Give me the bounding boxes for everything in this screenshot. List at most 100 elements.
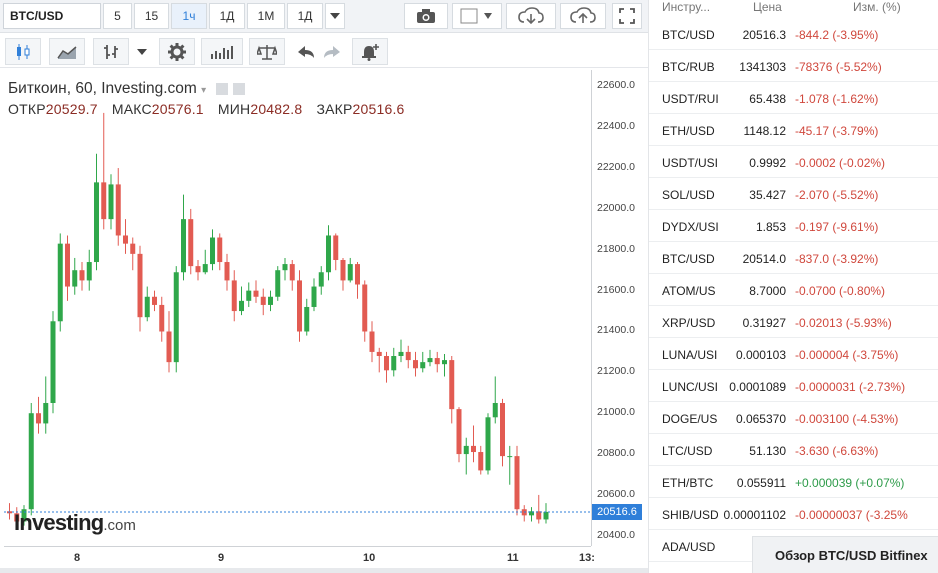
candle-body <box>217 237 223 263</box>
quote-symbol[interactable]: USDT/USI <box>662 156 718 170</box>
candle-body <box>297 280 302 332</box>
quote-price: 65.438 <box>749 92 786 106</box>
quote-row[interactable]: ATOM/US 8.7000 -0.0700 (-0.80%) <box>649 274 938 306</box>
quote-change: -837.0 (-3.92%) <box>795 252 879 266</box>
quote-symbol[interactable]: DYDX/USI <box>662 220 718 234</box>
area-style-button[interactable] <box>49 38 85 65</box>
candle-body <box>449 360 455 410</box>
quote-symbol[interactable]: LUNC/USI <box>662 380 718 394</box>
undo-button[interactable] <box>293 38 319 65</box>
quote-row[interactable]: BTC/USD 20516.3 -844.2 (-3.95%) <box>649 18 938 50</box>
quote-change: -45.17 (-3.79%) <box>795 124 879 138</box>
candle-body <box>57 243 63 322</box>
chart-style-dropdown[interactable] <box>131 38 153 65</box>
cloud-upload-icon <box>570 7 596 23</box>
quote-row[interactable]: BTC/RUB 1341303 -78376 (-5.52%) <box>649 50 938 82</box>
price-column-header[interactable]: Цена <box>753 0 782 16</box>
candle-body <box>65 243 70 287</box>
alert-button[interactable] <box>352 38 388 65</box>
quote-symbol[interactable]: ETH/BTC <box>662 476 718 490</box>
fullscreen-button[interactable] <box>612 3 642 29</box>
quote-symbol[interactable]: LTC/USD <box>662 444 718 458</box>
color-picker-button[interactable] <box>452 3 502 29</box>
quote-change: -0.0700 (-0.80%) <box>795 284 886 298</box>
quote-symbol[interactable]: BTC/USD <box>662 28 718 42</box>
quote-symbol[interactable]: DOGE/USI <box>662 412 718 426</box>
undo-icon <box>298 45 314 58</box>
instrument-column-header[interactable]: Инстру... <box>662 0 710 16</box>
quote-row[interactable]: XRP/USD 0.31927 -0.02013 (-5.93%) <box>649 306 938 338</box>
quote-symbol[interactable]: SOL/USD <box>662 188 718 202</box>
time-tick: 10 <box>363 552 376 564</box>
close-label: ЗАКР <box>316 101 353 117</box>
price-tick: 21200.0 <box>597 365 635 378</box>
timeframe-1h-button[interactable]: 1ч <box>171 3 207 29</box>
quote-price: 8.7000 <box>749 284 786 298</box>
quote-symbol[interactable]: BTC/USD <box>662 252 718 266</box>
candle-body <box>202 264 208 273</box>
legend-settings-icon[interactable] <box>232 82 245 95</box>
timeframe-15m-button[interactable]: 15 <box>134 3 169 29</box>
quote-change: -0.197 (-9.61%) <box>795 220 879 234</box>
quote-symbol[interactable]: XRP/USD <box>662 316 718 330</box>
quote-row[interactable]: SHIB/USD 0.00001102 -0.00000037 (-3.25% <box>649 498 938 530</box>
candle-body <box>246 290 252 301</box>
quote-price: 1341303 <box>739 60 786 74</box>
quote-row[interactable]: DYDX/USI 1.853 -0.197 (-9.61%) <box>649 210 938 242</box>
quote-row[interactable]: ETH/USD 1148.12 -45.17 (-3.79%) <box>649 114 938 146</box>
quote-row[interactable]: ETH/BTC 0.055911 +0.000039 (+0.07%) <box>649 466 938 498</box>
price-tick: 21600.0 <box>597 283 635 296</box>
quote-symbol[interactable]: ADA/USD <box>662 540 718 554</box>
load-chart-button[interactable] <box>506 3 556 29</box>
timeframe-1w-button[interactable]: 1Д <box>287 3 323 29</box>
quote-symbol[interactable]: ATOM/US <box>662 284 718 298</box>
legend-dropdown-icon[interactable]: ▾ <box>201 85 206 96</box>
candle-body <box>72 270 78 287</box>
price-tick: 21800.0 <box>597 242 635 255</box>
price-tick: 21000.0 <box>597 406 635 419</box>
compare-button[interactable] <box>249 38 285 65</box>
candles-style-button[interactable] <box>5 38 41 65</box>
bars-style-button[interactable] <box>93 38 129 65</box>
quote-row[interactable]: LUNC/USI 0.0001089 -0.0000031 (-2.73%) <box>649 370 938 402</box>
timeframe-1d-button[interactable]: 1Д <box>209 3 245 29</box>
quote-symbol[interactable]: USDT/RUI <box>662 92 718 106</box>
quote-symbol[interactable]: SHIB/USD <box>662 508 718 522</box>
quote-row[interactable]: BTC/USD 20514.0 -837.0 (-3.92%) <box>649 242 938 274</box>
quote-row[interactable]: USDT/RUI 65.438 -1.078 (-1.62%) <box>649 82 938 114</box>
screenshot-button[interactable] <box>404 3 448 29</box>
quote-row[interactable]: SOL/USD 35.427 -2.070 (-5.52%) <box>649 178 938 210</box>
quote-row[interactable]: LTC/USD 51.130 -3.630 (-6.63%) <box>649 434 938 466</box>
quote-row[interactable]: DOGE/USI 0.065370 -0.003100 (-4.53%) <box>649 402 938 434</box>
indicators-button[interactable] <box>201 38 243 65</box>
timeframe-dropdown-button[interactable] <box>325 3 345 29</box>
price-chart[interactable] <box>4 70 591 546</box>
candle-body <box>536 511 542 520</box>
quote-symbol[interactable]: ETH/USD <box>662 124 718 138</box>
settings-button[interactable] <box>159 38 195 65</box>
legend-visibility-icon[interactable] <box>216 82 229 95</box>
candle-body <box>376 351 382 357</box>
quote-symbol[interactable]: BTC/RUB <box>662 60 718 74</box>
timeframe-1m-button[interactable]: 1М <box>247 3 285 29</box>
quote-row[interactable]: USDT/USI 0.9992 -0.0002 (-0.02%) <box>649 146 938 178</box>
horizontal-scrollbar[interactable] <box>0 568 648 573</box>
redo-button[interactable] <box>319 38 345 65</box>
quote-change: -0.00000037 (-3.25% <box>795 508 908 522</box>
low-value: 20482.8 <box>250 101 303 117</box>
quote-row[interactable]: LUNA/USI 0.000103 -0.000004 (-3.75%) <box>649 338 938 370</box>
candle-body <box>362 284 368 332</box>
price-axis[interactable]: 22600.0 22400.0 22200.0 22000.0 21800.0 21600… <box>591 70 641 546</box>
candle-body <box>123 235 128 244</box>
timeframe-5m-button[interactable]: 5 <box>103 3 132 29</box>
candle-body <box>347 264 353 281</box>
overview-button[interactable]: Обзор BTC/USD Bitfinex <box>752 536 938 573</box>
color-swatch-icon <box>460 8 492 24</box>
save-chart-button[interactable] <box>560 3 606 29</box>
candle-body <box>318 272 324 287</box>
change-column-header[interactable]: Изм. (%) <box>853 0 901 16</box>
candle-body <box>420 362 426 369</box>
symbol-search-input[interactable]: BTC/USD <box>3 3 101 29</box>
time-axis[interactable]: 8 9 10 11 13: <box>4 546 595 568</box>
quote-symbol[interactable]: LUNA/USI <box>662 348 718 362</box>
